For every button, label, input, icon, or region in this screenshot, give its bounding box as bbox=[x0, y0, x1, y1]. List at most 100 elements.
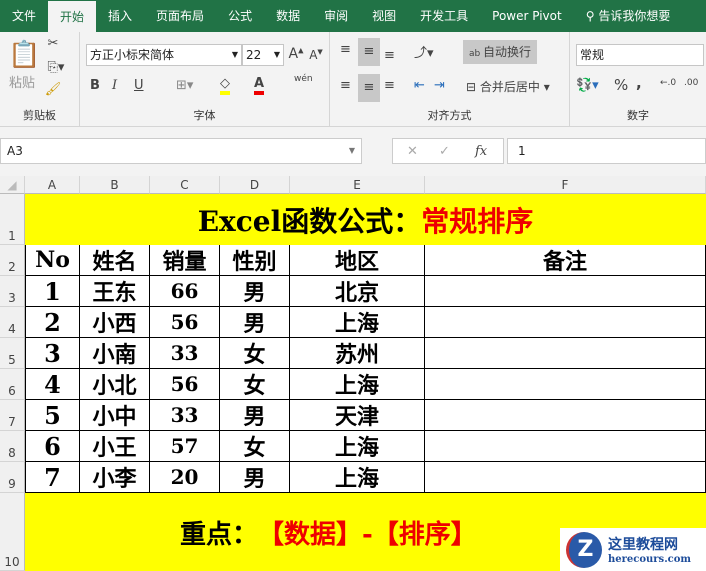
merge-center-button[interactable]: ⊟ 合并后居中 ▾ bbox=[466, 78, 550, 95]
cell-sales[interactable]: 56 bbox=[150, 369, 220, 400]
font-name-select[interactable]: 方正小标宋简体 ▼ bbox=[86, 44, 242, 66]
header-cell-no[interactable]: No bbox=[25, 245, 80, 276]
number-format-select[interactable]: 常规 bbox=[576, 44, 704, 66]
decrease-indent-icon[interactable]: ⇤ bbox=[414, 78, 425, 93]
column-header-c[interactable]: C bbox=[150, 176, 220, 194]
name-box[interactable]: A3 ▼ bbox=[0, 138, 362, 164]
column-header-b[interactable]: B bbox=[80, 176, 150, 194]
comma-button[interactable]: , bbox=[636, 74, 642, 92]
column-header-f[interactable]: F bbox=[425, 176, 706, 194]
cell-gender[interactable]: 女 bbox=[220, 338, 290, 369]
font-size-select[interactable]: 22 ▼ bbox=[242, 44, 284, 66]
cell-no[interactable]: 4 bbox=[25, 369, 80, 400]
align-right-icon[interactable]: ≡ bbox=[384, 78, 395, 93]
row-header-1[interactable]: 1 bbox=[0, 194, 25, 245]
tab-home[interactable]: 开始 bbox=[48, 1, 97, 33]
cell-sales[interactable]: 56 bbox=[150, 307, 220, 338]
tab-view[interactable]: 视图 bbox=[360, 0, 408, 32]
increase-font-icon[interactable]: A▲ bbox=[288, 46, 304, 62]
paste-icon[interactable]: 📋 bbox=[8, 40, 40, 70]
orientation-icon[interactable]: ⤴▾ bbox=[414, 42, 434, 61]
cell-name[interactable]: 王东 bbox=[80, 276, 150, 307]
cell-no[interactable]: 1 bbox=[25, 276, 80, 307]
cell-sales[interactable]: 20 bbox=[150, 462, 220, 493]
copy-icon[interactable]: ⎘▾ bbox=[44, 60, 68, 75]
cell-note[interactable] bbox=[425, 431, 706, 462]
select-all-corner[interactable]: ◢ bbox=[0, 176, 25, 194]
cancel-icon[interactable]: ✕ bbox=[407, 142, 418, 162]
align-center-icon[interactable]: ≡ bbox=[358, 74, 380, 102]
cell-region[interactable]: 上海 bbox=[290, 307, 425, 338]
tab-data[interactable]: 数据 bbox=[264, 0, 312, 32]
bold-button[interactable]: B bbox=[90, 78, 100, 93]
italic-button[interactable]: I bbox=[112, 78, 117, 93]
column-header-d[interactable]: D bbox=[220, 176, 290, 194]
formula-input[interactable]: 1 bbox=[507, 138, 706, 164]
cell-note[interactable] bbox=[425, 338, 706, 369]
cell-note[interactable] bbox=[425, 400, 706, 431]
cell-name[interactable]: 小西 bbox=[80, 307, 150, 338]
column-header-e[interactable]: E bbox=[290, 176, 425, 194]
currency-icon[interactable]: 💱▾ bbox=[576, 78, 599, 93]
cell-gender[interactable]: 男 bbox=[220, 276, 290, 307]
cell-gender[interactable]: 女 bbox=[220, 369, 290, 400]
cell-no[interactable]: 7 bbox=[25, 462, 80, 493]
header-cell-sales[interactable]: 销量 bbox=[150, 245, 220, 276]
align-top-icon[interactable]: ≡ bbox=[340, 42, 351, 57]
cell-no[interactable]: 6 bbox=[25, 431, 80, 462]
cell-note[interactable] bbox=[425, 369, 706, 400]
row-header-6[interactable]: 6 bbox=[0, 369, 25, 400]
phonetic-icon[interactable]: wén bbox=[294, 74, 313, 84]
tab-review[interactable]: 审阅 bbox=[312, 0, 360, 32]
row-header-4[interactable]: 4 bbox=[0, 307, 25, 338]
cell-gender[interactable]: 男 bbox=[220, 307, 290, 338]
cell-gender[interactable]: 女 bbox=[220, 431, 290, 462]
header-cell-region[interactable]: 地区 bbox=[290, 245, 425, 276]
cell-gender[interactable]: 男 bbox=[220, 462, 290, 493]
cell-sales[interactable]: 57 bbox=[150, 431, 220, 462]
cell-note[interactable] bbox=[425, 462, 706, 493]
cell-name[interactable]: 小北 bbox=[80, 369, 150, 400]
row-header-7[interactable]: 7 bbox=[0, 400, 25, 431]
increase-decimal-icon[interactable]: ←.0 bbox=[660, 78, 676, 88]
row-header-9[interactable]: 9 bbox=[0, 462, 25, 493]
row-header-10[interactable]: 10 bbox=[0, 493, 25, 571]
title-cell[interactable]: Excel函数公式： 常规排序 bbox=[25, 194, 706, 245]
cell-region[interactable]: 上海 bbox=[290, 462, 425, 493]
paste-button[interactable]: 粘贴 bbox=[8, 72, 36, 91]
fill-color-icon[interactable]: ◇ bbox=[220, 76, 230, 95]
cell-no[interactable]: 5 bbox=[25, 400, 80, 431]
tab-insert[interactable]: 插入 bbox=[96, 0, 144, 32]
align-middle-icon[interactable]: ≡ bbox=[358, 38, 380, 66]
header-cell-name[interactable]: 姓名 bbox=[80, 245, 150, 276]
cell-name[interactable]: 小王 bbox=[80, 431, 150, 462]
tab-developer[interactable]: 开发工具 bbox=[408, 0, 480, 32]
header-cell-note[interactable]: 备注 bbox=[425, 245, 706, 276]
row-header-2[interactable]: 2 bbox=[0, 245, 25, 276]
font-color-icon[interactable]: A bbox=[254, 76, 265, 95]
cell-sales[interactable]: 33 bbox=[150, 400, 220, 431]
row-header-8[interactable]: 8 bbox=[0, 431, 25, 462]
cell-name[interactable]: 小李 bbox=[80, 462, 150, 493]
cell-gender[interactable]: 男 bbox=[220, 400, 290, 431]
increase-indent-icon[interactable]: ⇥ bbox=[434, 78, 445, 93]
align-left-icon[interactable]: ≡ bbox=[340, 78, 351, 93]
percent-button[interactable]: % bbox=[614, 76, 628, 94]
underline-button[interactable]: U bbox=[134, 78, 144, 93]
cell-sales[interactable]: 66 bbox=[150, 276, 220, 307]
cell-region[interactable]: 上海 bbox=[290, 369, 425, 400]
cell-note[interactable] bbox=[425, 276, 706, 307]
header-cell-gender[interactable]: 性别 bbox=[220, 245, 290, 276]
tab-page-layout[interactable]: 页面布局 bbox=[144, 0, 216, 32]
decrease-font-icon[interactable]: A▼ bbox=[308, 48, 324, 62]
cell-region[interactable]: 北京 bbox=[290, 276, 425, 307]
cell-region[interactable]: 天津 bbox=[290, 400, 425, 431]
tab-file[interactable]: 文件 bbox=[0, 0, 48, 32]
cut-icon[interactable]: ✂ bbox=[44, 36, 62, 51]
tab-formulas[interactable]: 公式 bbox=[216, 0, 264, 32]
decrease-decimal-icon[interactable]: .00 bbox=[684, 78, 698, 88]
cell-name[interactable]: 小中 bbox=[80, 400, 150, 431]
row-header-5[interactable]: 5 bbox=[0, 338, 25, 369]
align-bottom-icon[interactable]: ≡ bbox=[384, 48, 395, 63]
cell-sales[interactable]: 33 bbox=[150, 338, 220, 369]
